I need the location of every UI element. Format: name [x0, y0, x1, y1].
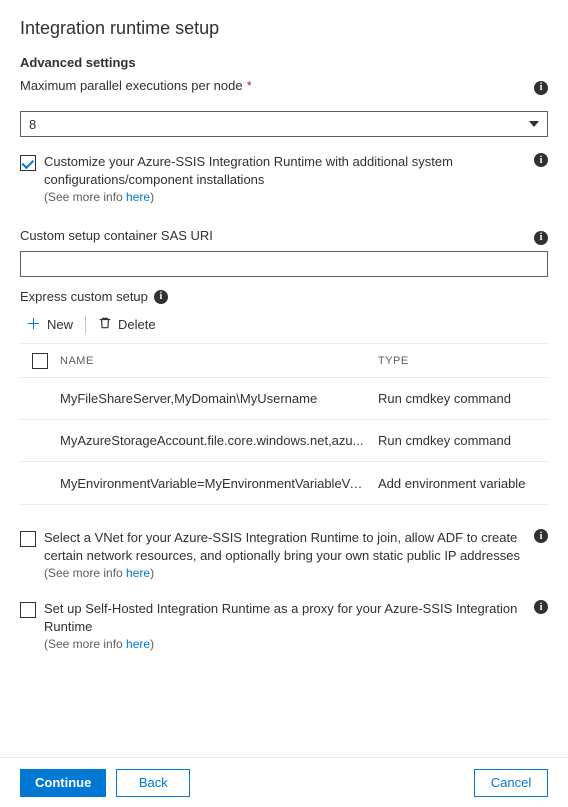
continue-button[interactable]: Continue	[20, 769, 106, 797]
info-icon[interactable]: i	[534, 600, 548, 614]
cell-name: MyFileShareServer,MyDomain\MyUsername	[60, 391, 378, 406]
cell-type: Run cmdkey command	[378, 391, 548, 406]
info-icon[interactable]: i	[154, 290, 168, 304]
column-header-type[interactable]: TYPE	[378, 355, 548, 367]
delete-button[interactable]: Delete	[94, 314, 160, 335]
info-icon[interactable]: i	[534, 153, 548, 167]
select-all-checkbox[interactable]	[32, 353, 48, 369]
vnet-more-info-link[interactable]: here	[126, 566, 150, 580]
table-row[interactable]: MyFileShareServer,MyDomain\MyUsername Ru…	[20, 378, 548, 420]
self-hosted-more-info: (See more info here)	[44, 637, 524, 651]
self-hosted-more-info-link[interactable]: here	[126, 637, 150, 651]
info-icon[interactable]: i	[534, 81, 548, 95]
vnet-more-info: (See more info here)	[44, 566, 524, 580]
customize-checkbox[interactable]	[20, 155, 36, 171]
table-row[interactable]: MyEnvironmentVariable=MyEnvironmentVaria…	[20, 462, 548, 504]
cell-type: Add environment variable	[378, 476, 548, 491]
customize-label: Customize your Azure-SSIS Integration Ru…	[44, 153, 524, 188]
cell-name: MyEnvironmentVariable=MyEnvironmentVaria…	[60, 476, 378, 491]
sas-uri-label: Custom setup container SAS URI	[20, 228, 524, 243]
info-icon[interactable]: i	[534, 529, 548, 543]
vnet-checkbox[interactable]	[20, 531, 36, 547]
max-parallel-select[interactable]: 8	[20, 111, 548, 137]
cancel-button[interactable]: Cancel	[474, 769, 548, 797]
column-header-name[interactable]: NAME	[60, 355, 378, 367]
max-parallel-label: Maximum parallel executions per node*	[20, 78, 524, 93]
vnet-label: Select a VNet for your Azure-SSIS Integr…	[44, 529, 524, 564]
toolbar-separator	[85, 316, 86, 334]
max-parallel-value: 8	[29, 117, 36, 132]
advanced-settings-heading: Advanced settings	[20, 55, 548, 70]
plus-icon: ＋	[26, 317, 41, 332]
cell-type: Run cmdkey command	[378, 433, 548, 448]
self-hosted-checkbox[interactable]	[20, 602, 36, 618]
express-setup-table: NAME TYPE MyFileShareServer,MyDomain\MyU…	[20, 343, 548, 505]
new-button[interactable]: ＋ New	[22, 315, 77, 334]
express-setup-label: Express custom setup	[20, 289, 148, 304]
customize-more-info: (See more info here)	[44, 190, 524, 204]
chevron-down-icon	[529, 121, 539, 127]
sas-uri-input[interactable]	[20, 251, 548, 277]
customize-more-info-link[interactable]: here	[126, 190, 150, 204]
table-row[interactable]: MyAzureStorageAccount.file.core.windows.…	[20, 420, 548, 462]
self-hosted-label: Set up Self-Hosted Integration Runtime a…	[44, 600, 524, 635]
page-title: Integration runtime setup	[20, 18, 548, 39]
back-button[interactable]: Back	[116, 769, 190, 797]
cell-name: MyAzureStorageAccount.file.core.windows.…	[60, 433, 378, 448]
info-icon[interactable]: i	[534, 231, 548, 245]
trash-icon	[98, 316, 112, 333]
